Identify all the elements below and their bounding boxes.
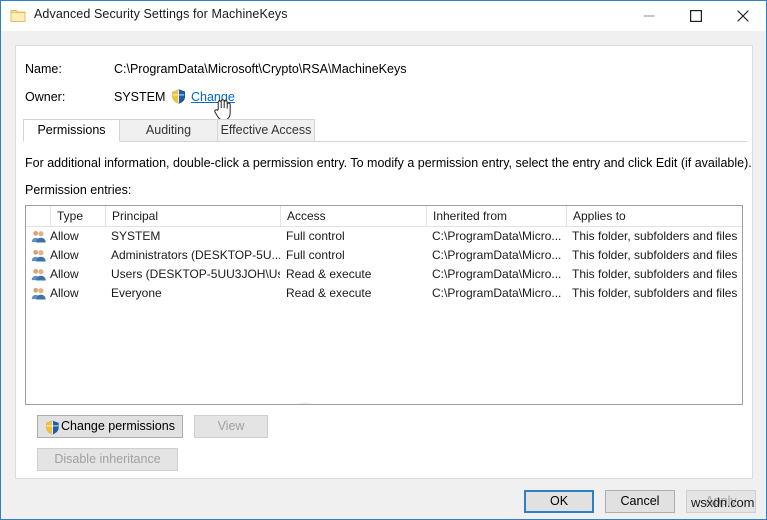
site-watermark-overlay: PUALS — [281, 396, 531, 404]
user-group-icon — [31, 248, 46, 263]
user-group-icon — [31, 267, 46, 282]
owner-value: SYSTEM — [114, 90, 166, 104]
column-header-inherited-from[interactable]: Inherited from — [426, 206, 566, 226]
column-header-access[interactable]: Access — [280, 206, 426, 226]
table-row[interactable]: Allow SYSTEM Full control C:\ProgramData… — [26, 227, 742, 246]
permission-entries-label: Permission entries: — [25, 183, 132, 197]
maximize-button[interactable] — [673, 1, 719, 30]
change-permissions-label: Change permissions — [61, 419, 175, 433]
cell-applies-to: This folder, subfolders and files — [572, 248, 738, 262]
permission-entries-list[interactable]: Type Principal Access Inherited from App… — [25, 205, 743, 405]
tab-strip: Permissions Auditing Effective Access — [23, 119, 747, 142]
title-bar: Advanced Security Settings for MachineKe… — [1, 1, 766, 31]
cell-access: Full control — [286, 248, 345, 262]
cell-principal: Administrators (DESKTOP-5U... — [111, 248, 280, 262]
cell-access: Read & execute — [286, 267, 372, 281]
owner-label: Owner: — [25, 90, 66, 104]
corner-watermark-text: wsxdn.com — [691, 495, 755, 510]
uac-shield-icon — [45, 420, 60, 435]
ok-button[interactable]: OK — [524, 490, 594, 513]
hand-cursor — [212, 97, 234, 121]
cell-access: Read & execute — [286, 286, 372, 300]
cell-type: Allow — [50, 248, 79, 262]
uac-shield-icon — [171, 89, 186, 104]
cancel-button[interactable]: Cancel — [605, 490, 675, 513]
column-header-gutter — [26, 206, 50, 226]
name-label: Name: — [25, 62, 62, 76]
user-group-icon — [31, 286, 46, 301]
cell-principal: SYSTEM — [111, 229, 161, 243]
cell-inherited-from: C:\ProgramData\Micro... — [432, 286, 562, 300]
instruction-text: For additional information, double-click… — [25, 156, 752, 170]
user-group-icon — [31, 229, 46, 244]
name-value: C:\ProgramData\Microsoft\Crypto\RSA\Mach… — [114, 62, 407, 76]
list-rows: Allow SYSTEM Full control C:\ProgramData… — [26, 227, 742, 303]
dialog-content-panel: Name: C:\ProgramData\Microsoft\Crypto\RS… — [15, 45, 753, 479]
cell-applies-to: This folder, subfolders and files — [572, 229, 738, 243]
table-row[interactable]: Allow Administrators (DESKTOP-5U... Full… — [26, 246, 742, 265]
cell-inherited-from: C:\ProgramData\Micro... — [432, 267, 562, 281]
column-header-type[interactable]: Type — [50, 206, 105, 226]
advanced-security-settings-window: Advanced Security Settings for MachineKe… — [0, 0, 767, 520]
minimize-icon — [643, 15, 655, 16]
cell-inherited-from: C:\ProgramData\Micro... — [432, 248, 562, 262]
cell-type: Allow — [50, 267, 79, 281]
tab-strip-divider — [23, 141, 747, 142]
view-button[interactable]: View — [194, 415, 268, 438]
cell-applies-to: This folder, subfolders and files — [572, 286, 738, 300]
folder-icon — [10, 8, 26, 24]
minimize-button[interactable] — [626, 1, 672, 30]
close-icon — [737, 9, 749, 22]
cell-principal: Everyone — [111, 286, 162, 300]
cell-applies-to: This folder, subfolders and files — [572, 267, 738, 281]
table-row[interactable]: Allow Users (DESKTOP-5UU3JOH\Us... Read … — [26, 265, 742, 284]
tab-permissions[interactable]: Permissions — [23, 119, 120, 142]
tab-auditing[interactable]: Auditing — [119, 119, 218, 142]
cell-inherited-from: C:\ProgramData\Micro... — [432, 229, 562, 243]
cell-access: Full control — [286, 229, 345, 243]
maximize-icon — [690, 9, 702, 22]
cell-type: Allow — [50, 286, 79, 300]
cell-type: Allow — [50, 229, 79, 243]
cell-principal: Users (DESKTOP-5UU3JOH\Us... — [111, 267, 280, 281]
column-header-principal[interactable]: Principal — [105, 206, 280, 226]
window-title: Advanced Security Settings for MachineKe… — [34, 7, 288, 21]
close-button[interactable] — [720, 1, 766, 30]
list-header-row: Type Principal Access Inherited from App… — [26, 206, 742, 227]
table-row[interactable]: Allow Everyone Read & execute C:\Program… — [26, 284, 742, 303]
column-header-applies-to[interactable]: Applies to — [566, 206, 742, 226]
change-permissions-button[interactable]: Change permissions — [37, 415, 183, 438]
disable-inheritance-button[interactable]: Disable inheritance — [37, 448, 178, 471]
tab-active-connector — [24, 141, 119, 142]
tab-effective-access[interactable]: Effective Access — [217, 119, 315, 142]
watermark-logo-icon — [281, 400, 329, 404]
